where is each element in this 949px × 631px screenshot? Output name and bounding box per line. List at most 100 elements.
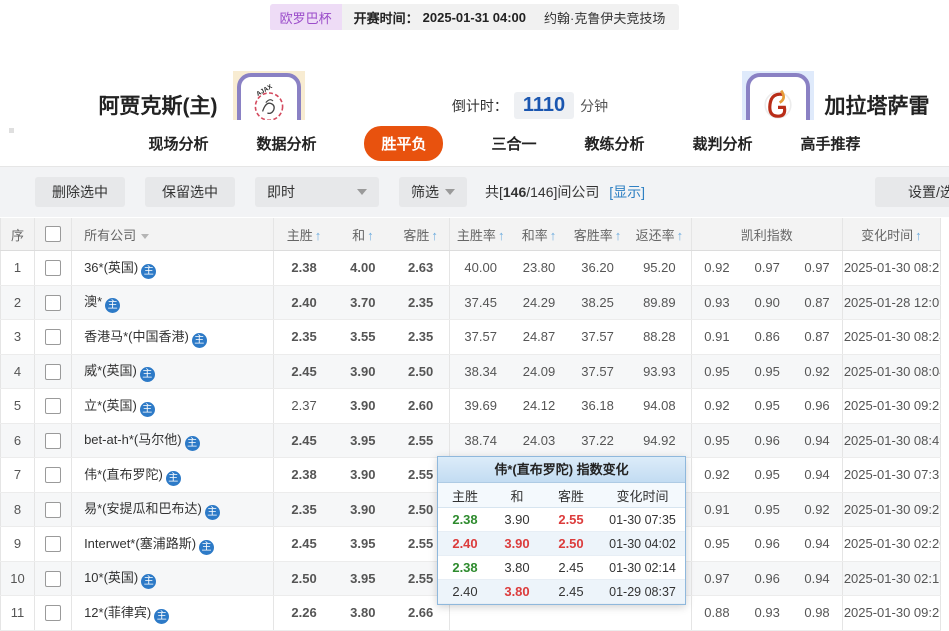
home-odds-cell: 2.37 [274,389,334,424]
header-away-rate[interactable]: 客胜率 [567,218,628,251]
header-return-rate[interactable]: 返还率 [628,218,691,251]
row-checkbox[interactable] [45,295,61,311]
company-cell[interactable]: 36*(英国)主 [72,251,274,286]
company-cell[interactable]: bet-at-h*(马尔他)主 [72,423,274,458]
row-checkbox[interactable] [45,260,61,276]
row-checkbox-cell [35,423,72,458]
row-checkbox[interactable] [45,364,61,380]
table-row: 3香港马*(中国香港)主2.353.552.3537.5724.8737.578… [1,320,941,355]
header-home-rate[interactable]: 主胜率 [450,218,511,251]
row-checkbox[interactable] [45,605,61,621]
row-checkbox-cell [35,251,72,286]
away-odds-cell: 2.50 [392,354,450,389]
home-odds-cell: 2.45 [274,423,334,458]
kelly-away-cell: 0.87 [792,320,842,355]
home-odds-cell: 2.38 [274,251,334,286]
company-cell[interactable]: 10*(英国)主 [72,561,274,596]
row-checkbox[interactable] [45,329,61,345]
count-suffix: /146]间公司 [526,184,599,200]
company-cell[interactable]: 香港马*(中国香港)主 [72,320,274,355]
tab-3[interactable]: 三合一 [491,133,536,154]
header-company[interactable]: 所有公司 [72,218,274,251]
select-all-checkbox[interactable] [45,226,61,242]
popup-home-odds: 2.40 [438,536,492,551]
row-index: 6 [1,423,35,458]
home-odds-cell: 2.35 [274,320,334,355]
popup-away-odds: 2.55 [542,512,600,527]
company-badge-icon: 主 [166,471,181,486]
draw-odds-cell: 3.90 [334,492,392,527]
draw-rate-cell: 24.29 [511,285,567,320]
table-row: 136*(英国)主2.384.002.6340.0023.8036.2095.2… [1,251,941,286]
draw-rate-cell: 23.80 [511,251,567,286]
sort-asc-icon [615,228,622,243]
header-checkbox [35,218,72,251]
home-odds-cell: 2.26 [274,596,334,631]
league-badge[interactable]: 欧罗巴杯 [270,4,342,31]
away-odds-cell: 2.55 [392,423,450,458]
tab-5[interactable]: 裁判分析 [693,133,753,154]
company-cell[interactable]: 伟*(直布罗陀)主 [72,458,274,493]
ui-artifact [9,128,14,133]
change-time-cell: 2025-01-30 02:13 [842,561,940,596]
company-cell[interactable]: 威*(英国)主 [72,354,274,389]
header-draw-odds[interactable]: 和 [334,218,392,251]
row-checkbox-cell [35,389,72,424]
away-rate-cell: 37.22 [567,423,628,458]
company-cell[interactable]: 12*(菲律宾)主 [72,596,274,631]
row-index: 1 [1,251,35,286]
popup-row: 2.403.802.4501-29 08:37 [438,580,685,604]
change-time-cell: 2025-01-30 07:36 [842,458,940,493]
popup-change-time: 01-30 04:02 [600,537,685,551]
kelly-home-cell: 0.97 [691,561,742,596]
popup-home-odds: 2.38 [438,512,492,527]
header-home-odds[interactable]: 主胜 [274,218,334,251]
row-checkbox[interactable] [45,536,61,552]
row-checkbox[interactable] [45,433,61,449]
row-checkbox[interactable] [45,571,61,587]
tab-1[interactable]: 数据分析 [256,133,316,154]
company-cell[interactable]: 易*(安提瓜和巴布达)主 [72,492,274,527]
instant-dropdown[interactable]: 即时 [255,177,379,207]
header-draw-rate[interactable]: 和率 [511,218,567,251]
kelly-draw-cell: 0.95 [742,389,792,424]
company-cell[interactable]: Interwet*(塞浦路斯)主 [72,527,274,562]
draw-odds-cell: 3.90 [334,458,392,493]
draw-odds-cell: 3.80 [334,596,392,631]
company-cell[interactable]: 澳*主 [72,285,274,320]
popup-row: 2.383.802.4501-30 02:14 [438,556,685,580]
sort-asc-icon [677,228,684,243]
home-odds-cell: 2.45 [274,527,334,562]
filter-dropdown[interactable]: 筛选 [399,177,467,207]
settings-button[interactable]: 设置/选择 [875,177,949,207]
popup-header-home: 主胜 [438,486,492,505]
row-checkbox-cell [35,320,72,355]
venue: 约翰·克鲁伊夫竞技场 [538,4,679,31]
draw-rate-cell: 24.03 [511,423,567,458]
tab-4[interactable]: 教练分析 [585,133,645,154]
home-odds-cell: 2.50 [274,561,334,596]
tab-0[interactable]: 现场分析 [148,133,208,154]
header-change-time[interactable]: 变化时间 [842,218,940,251]
row-checkbox[interactable] [45,467,61,483]
kickoff-label: 开赛时间： [354,8,419,27]
delete-selected-button[interactable]: 删除选中 [35,177,125,207]
row-index: 11 [1,596,35,631]
draw-odds-cell: 4.00 [334,251,392,286]
show-link[interactable]: [显示] [609,184,645,200]
row-checkbox[interactable] [45,398,61,414]
caret-down-icon [141,234,149,239]
keep-selected-button[interactable]: 保留选中 [145,177,235,207]
change-time-cell: 2025-01-30 09:28 [842,389,940,424]
kickoff-time: 开赛时间： 2025-01-31 04:00 [342,4,538,31]
header-away-odds[interactable]: 客胜 [392,218,450,251]
row-index: 2 [1,285,35,320]
away-rate-cell: 36.20 [567,251,628,286]
kelly-away-cell: 0.94 [792,458,842,493]
tab-2[interactable]: 胜平负 [364,126,443,161]
row-index: 5 [1,389,35,424]
row-checkbox[interactable] [45,502,61,518]
company-cell[interactable]: 立*(英国)主 [72,389,274,424]
tab-6[interactable]: 高手推荐 [801,133,861,154]
filter-dropdown-label: 筛选 [411,182,439,202]
